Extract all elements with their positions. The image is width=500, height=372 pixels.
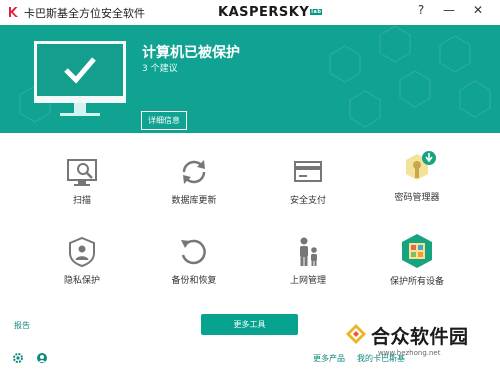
minimize-button[interactable]: — [440, 3, 458, 17]
safe-money-icon [294, 161, 322, 182]
title-bar: 卡巴斯基全方位安全软件 KASPERSKY lab ? — ✕ [0, 0, 500, 25]
parental-control-icon [300, 237, 317, 266]
tile-backup[interactable]: 备份和恢复 [139, 235, 249, 305]
tile-scan[interactable]: 扫描 [27, 155, 137, 225]
brand-logo: KASPERSKY lab [218, 5, 323, 20]
update-icon [182, 160, 206, 184]
tile-protect-devices-label: 保护所有设备 [389, 277, 444, 287]
watermark-url: www.hezhong.net [378, 349, 441, 357]
backup-icon [181, 239, 206, 265]
tile-update-label: 数据库更新 [171, 196, 217, 206]
support-icon[interactable] [36, 352, 48, 364]
scan-icon [67, 159, 97, 186]
more-tools-button[interactable]: 更多工具 [201, 314, 298, 335]
kaspersky-app-icon [9, 7, 18, 17]
more-products-link[interactable]: 更多产品 [313, 353, 345, 364]
watermark-logo-icon [346, 324, 366, 344]
tile-safe-money-label: 安全支付 [289, 196, 326, 206]
tile-privacy[interactable]: 隐私保护 [27, 235, 137, 305]
details-button[interactable]: 详细信息 [141, 111, 187, 130]
tile-update[interactable]: 数据库更新 [139, 155, 249, 225]
watermark-site-name: 合众软件园 [371, 326, 469, 348]
protect-devices-icon [402, 234, 432, 268]
tile-scan-label: 扫描 [72, 196, 91, 206]
protection-status-title: 计算机已被保护 [142, 45, 240, 61]
recommendations-count[interactable]: 3 个建议 [142, 61, 178, 74]
report-link[interactable]: 报告 [14, 320, 30, 331]
tile-password-manager-label: 密码管理器 [394, 193, 440, 203]
password-manager-icon [406, 151, 436, 180]
protected-monitor-icon [34, 41, 126, 116]
settings-icon[interactable] [12, 352, 24, 364]
tile-privacy-label: 隐私保护 [63, 276, 100, 286]
tile-backup-label: 备份和恢复 [171, 276, 217, 286]
tile-password-manager[interactable]: 密码管理器 [362, 150, 472, 220]
tile-parental-control[interactable]: 上网管理 [253, 235, 363, 305]
close-button[interactable]: ✕ [469, 3, 487, 17]
tile-protect-devices[interactable]: 保护所有设备 [362, 232, 472, 302]
privacy-icon [69, 236, 95, 268]
status-banner: 计算机已被保护 3 个建议 详细信息 [0, 25, 500, 133]
tile-safe-money[interactable]: 安全支付 [253, 155, 363, 225]
window-title: 卡巴斯基全方位安全软件 [24, 7, 145, 20]
help-button[interactable]: ? [412, 3, 430, 17]
tile-parental-control-label: 上网管理 [289, 276, 326, 286]
